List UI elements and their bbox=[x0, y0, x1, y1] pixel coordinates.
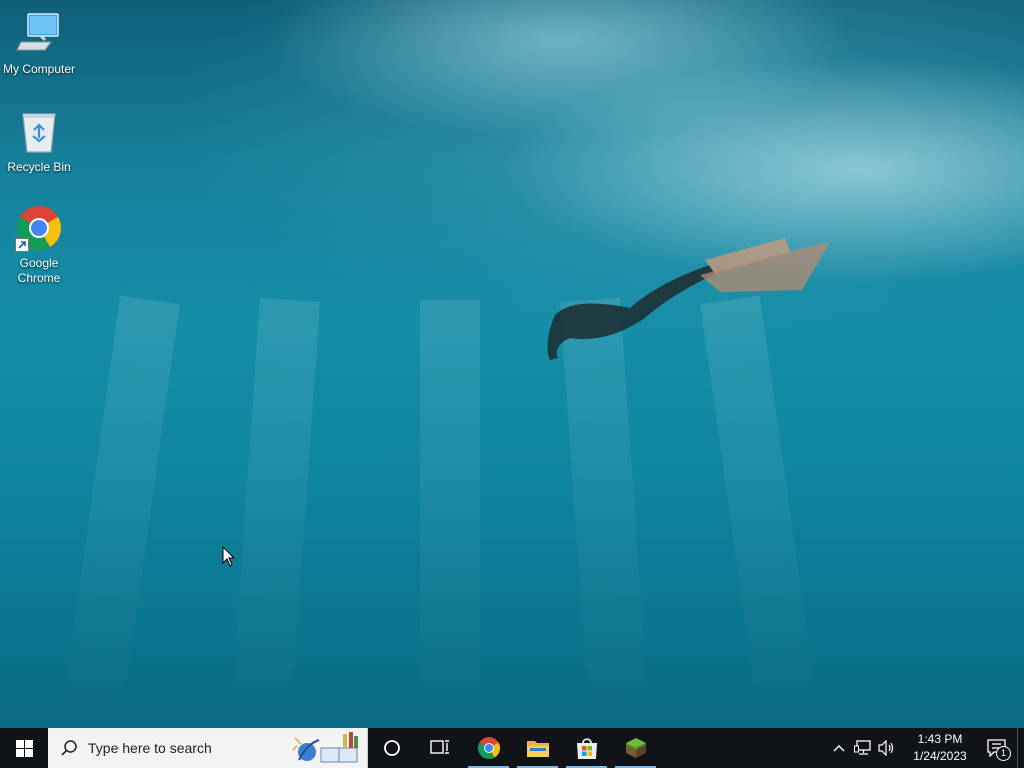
system-tray: 1:43 PM 1/24/2023 1 bbox=[827, 728, 1024, 768]
desktop-icon-label: Recycle Bin bbox=[7, 160, 71, 174]
shortcut-arrow-icon bbox=[15, 238, 29, 252]
start-button[interactable] bbox=[0, 728, 48, 768]
chrome-icon bbox=[477, 737, 500, 759]
clock[interactable]: 1:43 PM 1/24/2023 bbox=[903, 731, 977, 765]
desktop-icon-google-chrome[interactable]: Google Chrome bbox=[1, 204, 77, 286]
desktop-icon-recycle-bin[interactable]: Recycle Bin bbox=[1, 108, 77, 175]
taskbar: 1:43 PM 1/24/2023 1 bbox=[0, 728, 1024, 768]
desktop-icon-label: My Computer bbox=[2, 62, 76, 76]
computer-icon bbox=[15, 10, 63, 58]
cortana-button[interactable] bbox=[368, 728, 416, 768]
clock-time: 1:43 PM bbox=[917, 732, 963, 746]
show-hidden-icons-button[interactable] bbox=[827, 728, 851, 768]
cortana-circle-icon bbox=[384, 740, 400, 756]
volume-button[interactable] bbox=[875, 728, 899, 768]
taskbar-app-microsoft-store[interactable] bbox=[562, 728, 611, 768]
clock-date: 1/24/2023 bbox=[913, 749, 967, 763]
search-highlight-illustration-icon bbox=[292, 732, 358, 763]
taskbar-app-chrome[interactable] bbox=[464, 728, 513, 768]
desktop-icon-my-computer[interactable]: My Computer bbox=[1, 10, 77, 77]
recycle-bin-icon bbox=[15, 108, 63, 156]
task-view-button[interactable] bbox=[416, 728, 464, 768]
taskbar-app-file-explorer[interactable] bbox=[513, 728, 562, 768]
chrome-icon bbox=[15, 204, 63, 252]
desktop-wallpaper: My Computer Recycle Bin Google Chrome bbox=[0, 0, 1024, 728]
speaker-icon bbox=[878, 740, 894, 756]
folder-icon bbox=[526, 741, 549, 757]
notification-count-badge: 1 bbox=[996, 746, 1011, 761]
action-center-button[interactable]: 1 bbox=[977, 728, 1017, 768]
search-input[interactable] bbox=[86, 739, 280, 757]
windows-logo-icon bbox=[15, 739, 33, 757]
mouse-cursor-icon bbox=[222, 546, 236, 567]
network-button[interactable] bbox=[851, 728, 875, 768]
chevron-up-icon bbox=[833, 745, 845, 752]
network-icon bbox=[854, 740, 871, 755]
store-icon bbox=[576, 738, 597, 759]
search-box[interactable] bbox=[48, 728, 368, 768]
minecraft-icon bbox=[625, 738, 646, 758]
search-icon bbox=[61, 740, 77, 756]
show-desktop-button[interactable] bbox=[1017, 728, 1024, 768]
task-view-icon bbox=[430, 740, 449, 754]
swimmer-silhouette bbox=[547, 238, 830, 360]
taskbar-app-minecraft[interactable] bbox=[611, 728, 660, 768]
desktop-icon-label: Google Chrome bbox=[17, 256, 61, 285]
